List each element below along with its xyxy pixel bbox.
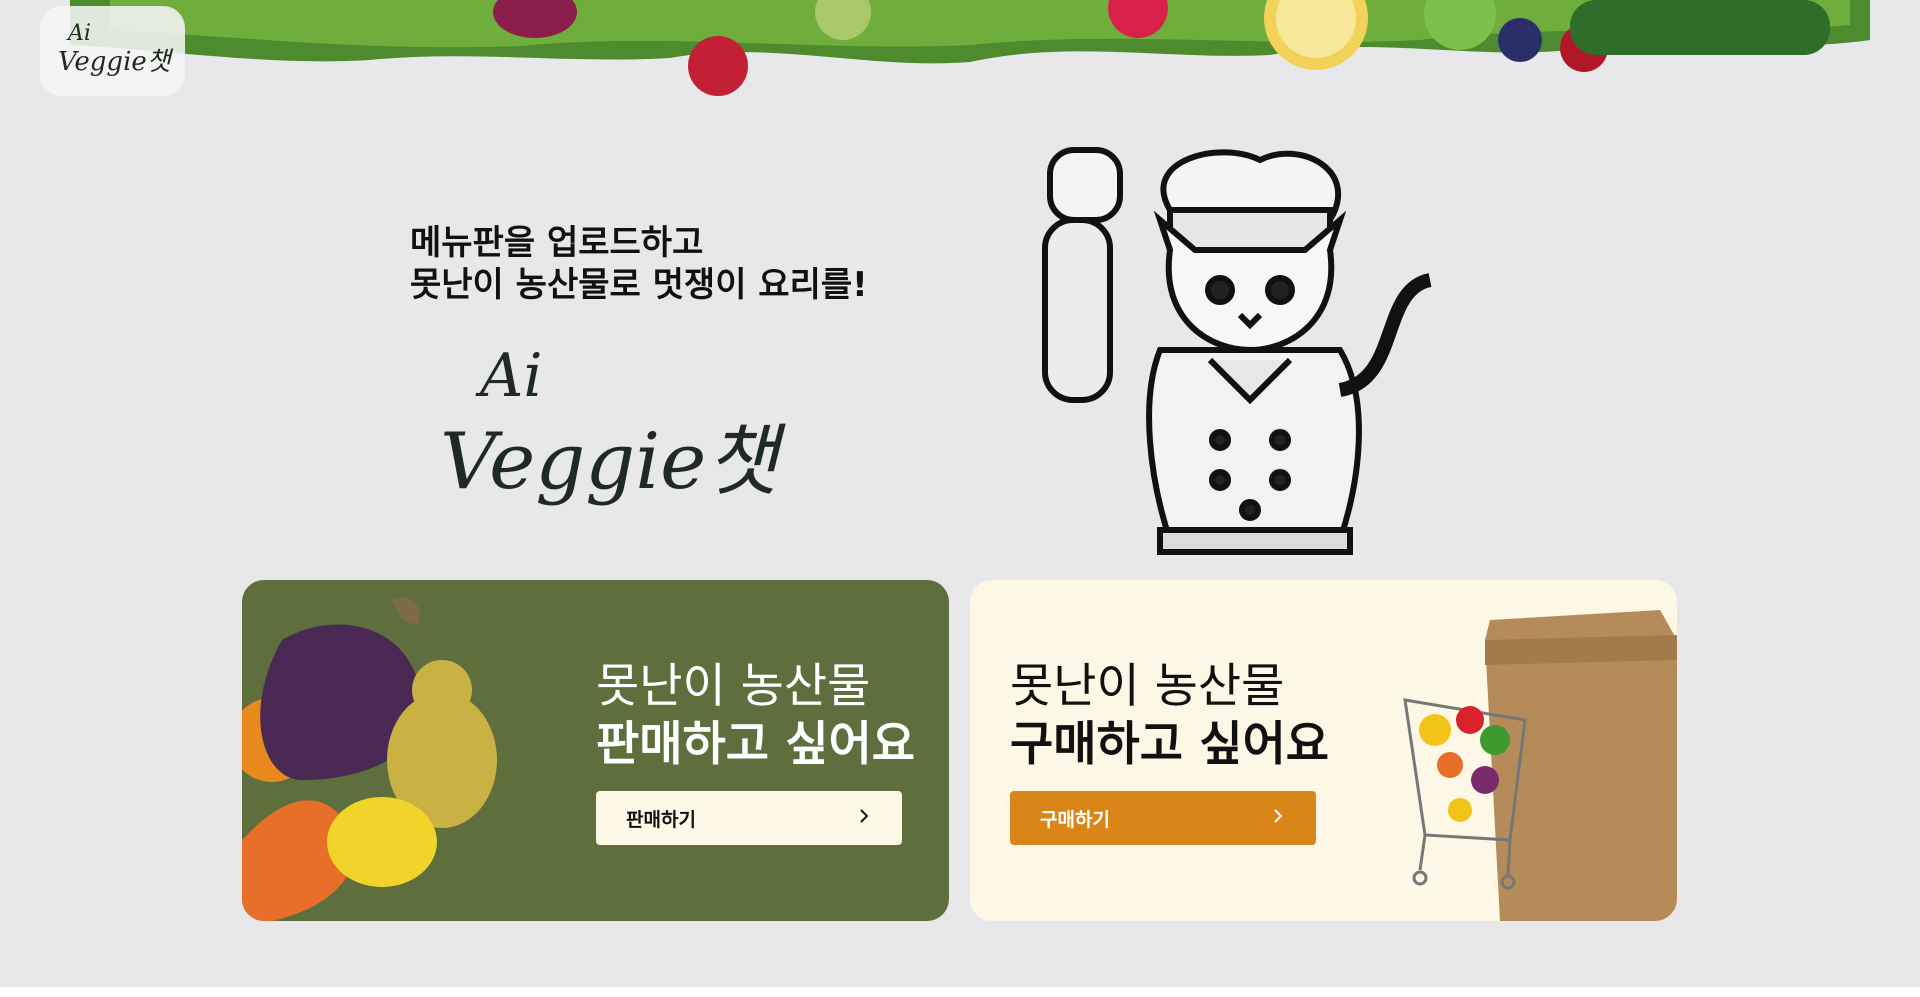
chevron-right-icon: [856, 807, 872, 829]
sell-card-title: 못난이 농산물 판매하고 싶어요: [596, 658, 915, 774]
buy-button-label: 구매하기: [1040, 808, 1110, 831]
corner-logo-ai: Ai: [66, 21, 91, 46]
page-footer-strip: [0, 987, 1920, 997]
sell-button[interactable]: 판매하기: [596, 791, 902, 845]
shopping-cart-bag-image: [1390, 580, 1677, 921]
hero-logo-wordmark: Veggie챗: [440, 417, 786, 507]
corner-logo-wordmark: Veggie챗: [58, 47, 174, 77]
hero-logo: Ai Veggie챗: [440, 318, 830, 538]
hero-heading-line1: 메뉴판을 업로드하고: [410, 223, 704, 263]
chef-cat-illustration: [1020, 140, 1460, 560]
hero-heading-line2: 못난이 농산물로 멋쟁이 요리를!: [410, 265, 868, 305]
hero-logo-ai: Ai: [475, 341, 543, 411]
buy-card-title: 못난이 농산물 구매하고 싶어요: [1010, 658, 1329, 774]
hero-heading: 메뉴판을 업로드하고 못난이 농산물로 멋쟁이 요리를!: [410, 222, 930, 306]
chevron-right-icon: [1270, 807, 1286, 829]
sell-card: 못난이 농산물 판매하고 싶어요 판매하기: [242, 580, 949, 921]
buy-card-title-line1: 못난이 농산물: [1010, 659, 1285, 714]
sell-card-title-line2: 판매하고 싶어요: [596, 717, 916, 772]
corner-logo[interactable]: Ai Veggie챗: [40, 6, 185, 96]
buy-card-title-line2: 구매하고 싶어요: [1010, 717, 1330, 772]
ugly-produce-image: [242, 580, 542, 921]
buy-button[interactable]: 구매하기: [1010, 791, 1316, 845]
sell-card-title-line1: 못난이 농산물: [596, 659, 871, 714]
sell-button-label: 판매하기: [626, 808, 696, 831]
buy-card: 못난이 농산물 구매하고 싶어요 구매하기: [970, 580, 1677, 921]
vegetable-banner-image: [70, 0, 1870, 110]
